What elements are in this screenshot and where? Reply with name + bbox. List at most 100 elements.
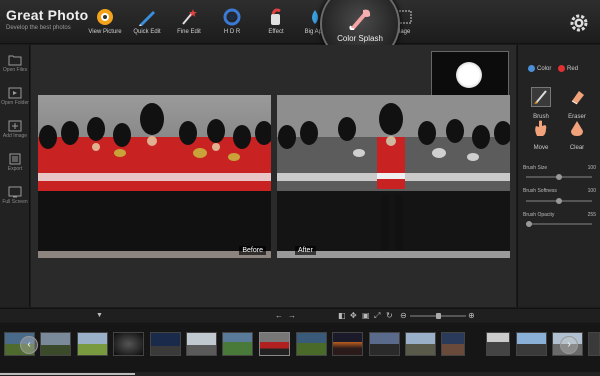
hand-icon [535,120,547,136]
mode-option-red[interactable]: Red [558,65,579,73]
toolbar-label: View Picture [88,29,122,35]
filmstrip-thumb[interactable] [405,332,436,356]
slider-knob[interactable] [556,198,562,204]
add-image-icon [8,120,22,132]
redo-arrow-icon[interactable]: → [288,311,296,320]
sidebar-item-export[interactable]: Export [0,153,30,172]
brush-button[interactable]: Brush [531,87,551,120]
filmstrip-thumb[interactable] [441,332,465,356]
filmstrip-scrollbar[interactable] [0,372,600,376]
crosshair-icon[interactable]: ✥ [350,311,357,320]
mode-option-color[interactable]: Color [528,65,553,73]
filmstrip-thumb[interactable] [588,332,600,356]
after-label: After [295,246,316,255]
move-button[interactable]: Move [531,118,551,151]
rotate-icon[interactable]: ↻ [386,311,393,320]
filmstrip-thumb[interactable] [186,332,217,356]
gear-icon [570,14,588,32]
toolbar-view-picture[interactable]: View Picture [87,0,123,44]
settings-button[interactable] [569,13,589,38]
toolbar-label: Color Splash [337,34,383,43]
filmstrip-next-button[interactable]: › [560,336,578,354]
chevron-left-icon: ‹ [27,339,31,350]
after-image[interactable]: After [277,95,510,258]
filmstrip-thumb[interactable] [40,332,71,356]
toolbar-label: H D R [223,29,241,35]
mode-option-label: Red [567,66,579,73]
slider-label-brush-size: Brush Size [523,165,548,171]
before-image[interactable]: Before [38,95,271,258]
sidebar-item-open-files[interactable]: Open Files [0,54,30,73]
splash-icon [349,9,371,30]
filmstrip-thumb[interactable] [516,332,547,356]
tool-label: Clear [569,145,585,151]
radio-icon [528,65,535,72]
sidebar-item-label: Add Image [2,133,28,139]
tool-label: Move [533,145,549,151]
sidebar-item-label: Open Folder [1,100,29,106]
filmstrip-thumb[interactable] [486,332,510,356]
slider-brush-opacity[interactable] [526,221,592,227]
clear-button[interactable]: Clear [567,118,587,151]
filmstrip-thumb[interactable] [222,332,253,356]
slider-value-brush-opacity: 255 [587,212,596,218]
slider-label-brush-opacity: Brush Opacity [523,212,555,218]
radio-icon [558,65,566,72]
app-subtitle: Develop the best photos [6,25,71,31]
chevron-right-icon: › [567,339,571,350]
sidebar-item-add-image[interactable]: Add Image [0,120,30,139]
zoom-slider[interactable] [410,313,466,319]
sidebar-item-label: Open Files [2,67,28,73]
undo-arrow-icon[interactable]: ← [275,311,283,320]
filmstrip-thumb[interactable] [369,332,400,356]
slider-knob[interactable] [556,174,562,180]
after-photo [277,95,510,258]
toolbar-fine-edit[interactable]: Fine Edit [174,0,204,44]
clear-icon [571,121,583,136]
slider-label-brush-softness: Brush Softness [523,188,557,194]
sidebar-item-label: Full Screen [2,199,28,205]
pen-icon [139,11,155,26]
slider-brush-softness[interactable] [526,198,592,204]
left-sidebar: Open Files Open Folder Add Image Export … [0,45,30,307]
mode-option-label: Color [537,66,552,73]
filmstrip: ‹ › [0,323,600,376]
toolbar-quick-edit[interactable]: Quick Edit [130,0,164,44]
collapse-arrow-icon[interactable]: ▼ [96,312,103,319]
control-bar: ▼ ← → ◧ ✥ ▣ ⤢ ↻ ⊖ ⊕ [0,308,600,322]
sidebar-item-open-folder[interactable]: Open Folder [0,87,30,106]
zoom-in-icon[interactable]: ⊕ [468,311,475,320]
toolbar-effect[interactable]: Effect [262,0,290,44]
toolbar-hdr[interactable]: H D R [218,0,246,44]
brush-preview [431,51,509,99]
right-panel: Color Red Brush Eraser Move Clear Brush … [517,45,600,307]
filmstrip-thumb[interactable] [332,332,363,356]
actual-size-icon[interactable]: ⤢ [374,311,380,321]
eye-icon [97,9,113,25]
ring-icon [223,8,241,26]
filmstrip-scroll-thumb[interactable] [0,373,135,375]
filmstrip-thumb[interactable] [77,332,108,356]
filmstrip-thumb[interactable] [113,332,144,356]
slider-knob[interactable] [526,221,532,227]
filmstrip-prev-button[interactable]: ‹ [20,336,38,354]
filmstrip-thumb[interactable] [150,332,181,356]
slider-value-brush-size: 100 [587,165,596,171]
sidebar-item-label: Export [7,166,23,172]
filmstrip-thumb[interactable] [296,332,327,356]
sidebar-item-full-screen[interactable]: Full Screen [0,186,30,205]
slider-brush-size[interactable] [526,174,592,180]
filmstrip-thumb-selected[interactable] [259,332,290,356]
eraser-button[interactable]: Eraser [567,87,587,120]
slider-value-brush-softness: 100 [587,188,596,194]
compare-icon[interactable]: ◧ [338,311,346,320]
fullscreen-icon [8,186,22,198]
zoom-slider-knob[interactable] [435,313,441,319]
fit-icon[interactable]: ▣ [362,311,370,320]
app-title: Great Photo [6,7,89,23]
eraser-icon [571,91,584,105]
wand-icon [182,9,197,25]
toolbar-label: Effect [268,29,284,35]
zoom-out-icon[interactable]: ⊖ [400,311,407,320]
app-brand: Great Photo Develop the best photos [6,7,88,31]
